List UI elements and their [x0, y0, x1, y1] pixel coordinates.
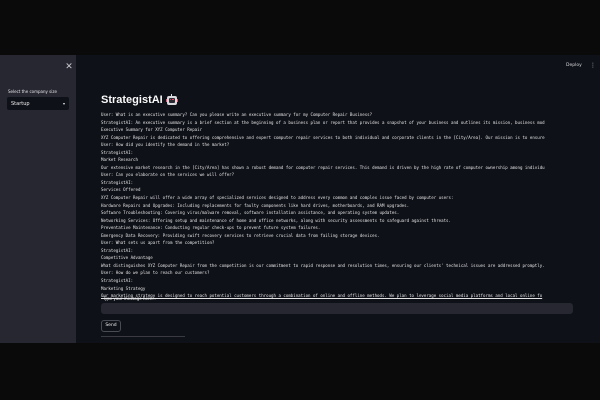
chat-line: What distinguishes XYZ Computer Repair f… — [101, 262, 575, 270]
chat-line-text: Services Offered — [101, 187, 141, 193]
chat-line-text: StrategistAI: — [101, 149, 134, 155]
chat-line-text: Preventative Maintenance: Conducting reg… — [101, 225, 321, 231]
chat-history: User: What is an executive summary? Can … — [101, 111, 575, 300]
chat-line-text: What distinguishes XYZ Computer Repair f… — [101, 262, 545, 268]
chat-line: Marketing Strategy — [101, 285, 575, 293]
chat-line-text: Executive Summary for XYZ Computer Repai… — [101, 127, 203, 133]
chat-line-text: Marketing Strategy — [101, 285, 146, 291]
app-window: ✕ Select the company size Startup ▾ Depl… — [0, 55, 600, 343]
chat-line-text: StrategistAI: An executive summary is a … — [101, 119, 545, 125]
chat-line-text: Our extensive market research in the [Ci… — [101, 164, 545, 170]
chat-line-text: Software Troubleshooting: Covering virus… — [101, 210, 400, 216]
deploy-button[interactable]: Deploy — [566, 63, 582, 69]
chat-line-text: Networking Services: Offering setup and … — [101, 217, 451, 223]
chat-line: Market Research — [101, 156, 575, 164]
chat-line-text: User: What is an executive summary? Can … — [101, 112, 373, 117]
chat-line-text: Market Research — [101, 157, 138, 163]
chat-line: Preventative Maintenance: Conducting reg… — [101, 224, 575, 232]
chat-line: StrategistAI: — [101, 277, 575, 285]
message-input[interactable] — [101, 303, 573, 314]
main-menu-icon[interactable]: ⋮ — [590, 62, 596, 70]
chat-line: Services Offered — [101, 186, 575, 194]
chat-line: Executive Summary for XYZ Computer Repai… — [101, 126, 575, 134]
company-size-value: Startup — [11, 100, 30, 107]
message-input-label: Type your message here... — [103, 296, 156, 301]
send-button[interactable]: Send — [101, 320, 121, 332]
chat-line: Networking Services: Offering setup and … — [101, 217, 575, 225]
chat-line: User: Can you elaborate on the services … — [101, 171, 575, 179]
company-size-label: Select the company size — [8, 89, 57, 94]
chat-line-text: User: What sets us apart from the compet… — [101, 240, 215, 246]
chat-line: User: How do we plan to reach our custom… — [101, 269, 575, 277]
chat-line: Software Troubleshooting: Covering virus… — [101, 209, 575, 217]
page-title-text: StrategistAI — [101, 94, 163, 106]
chat-line: User: What is an executive summary? Can … — [101, 111, 575, 119]
chat-line: User: What sets us apart from the compet… — [101, 239, 575, 247]
chat-line-text: StrategistAI: — [101, 247, 134, 253]
chat-line-text: User: How did you identify the demand in… — [101, 142, 230, 148]
page-title: StrategistAI — [101, 93, 178, 107]
chat-line-text: User: How do we plan to reach our custom… — [101, 270, 210, 276]
chat-line: StrategistAI: — [101, 179, 575, 187]
chat-line-text: Emergency Data Recovery: Providing swift… — [101, 232, 380, 238]
chat-line-text: StrategistAI: — [101, 278, 134, 284]
chevron-down-icon: ▾ — [62, 100, 65, 106]
chat-line: Competitive Advantage — [101, 254, 575, 262]
chat-line: XYZ Computer Repair is dedicated to offe… — [101, 134, 575, 142]
chat-line-text: Competitive Advantage — [101, 255, 153, 261]
chat-line-text: Hardware Repairs and Upgrades: Including… — [101, 202, 410, 208]
chat-line-text: Our marketing strategy is designed to re… — [101, 293, 543, 299]
chat-line: StrategistAI: — [101, 149, 575, 157]
chat-line: Our extensive market research in the [Ci… — [101, 164, 575, 172]
chat-line: Hardware Repairs and Upgrades: Including… — [101, 202, 575, 210]
chat-line: XYZ Computer Repair will offer a wide ar… — [101, 194, 575, 202]
chat-line-text: User: Can you elaborate on the services … — [101, 172, 235, 178]
chat-line-text: XYZ Computer Repair will offer a wide ar… — [101, 195, 454, 201]
chat-line: StrategistAI: An executive summary is a … — [101, 119, 575, 127]
chat-line-text: StrategistAI: — [101, 179, 134, 185]
sidebar: ✕ Select the company size Startup ▾ — [0, 55, 76, 343]
chat-line: User: How did you identify the demand in… — [101, 141, 575, 149]
chat-line: StrategistAI: — [101, 247, 575, 255]
chat-line-text: XYZ Computer Repair is dedicated to offe… — [101, 134, 545, 140]
chat-line: Our marketing strategy is designed to re… — [101, 292, 575, 300]
company-size-select[interactable]: Startup ▾ — [7, 97, 69, 110]
divider — [101, 336, 185, 337]
robot-icon — [165, 94, 178, 106]
close-sidebar-icon[interactable]: ✕ — [64, 62, 74, 72]
chat-line: Emergency Data Recovery: Providing swift… — [101, 232, 575, 240]
